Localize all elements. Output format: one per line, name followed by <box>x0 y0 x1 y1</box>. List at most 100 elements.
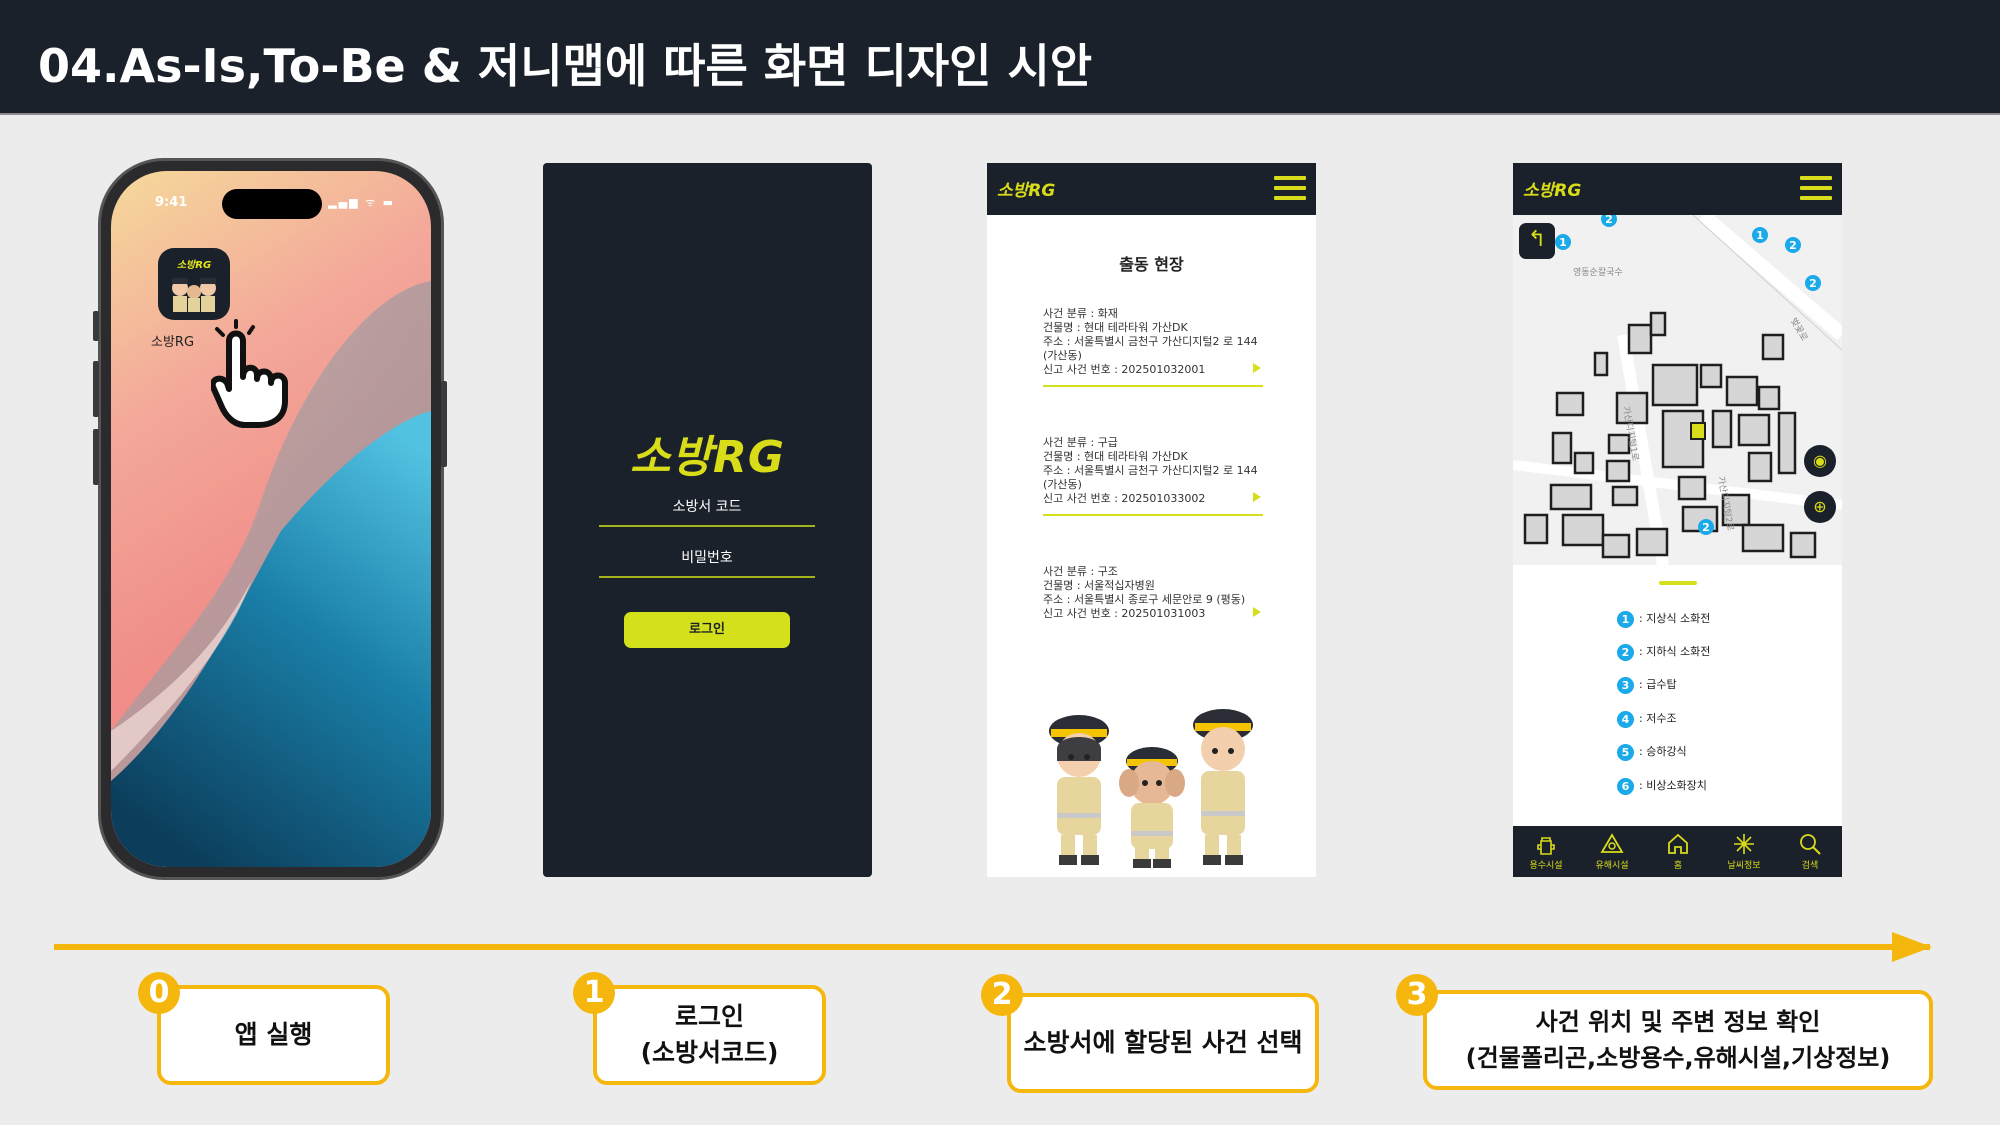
step-1-number: 1 <box>573 972 615 1014</box>
legend-badge: 3 <box>1617 676 1634 694</box>
mascot-icon <box>172 278 216 312</box>
step-2-number: 2 <box>981 974 1023 1016</box>
legend-item: 6 : 비상소화장치 <box>1617 777 1707 795</box>
svg-text:2: 2 <box>1605 215 1613 226</box>
legend-badge: 5 <box>1617 743 1634 761</box>
step-label: 앱 실행 <box>235 1017 313 1053</box>
step-3-number: 3 <box>1396 974 1438 1016</box>
incident-address: 주소 : 서울특별시 금천구 가산디지털2 로 144 (가산동) <box>1043 464 1258 491</box>
app-icon-sobang-rg[interactable]: 소방RG <box>158 248 230 320</box>
map-label-restaurant: 영동순칼국수 <box>1573 268 1623 278</box>
step-0-box: 앱 실행 <box>157 985 390 1085</box>
incident-report-number: 신고 사건 번호 : 202501031003 <box>1043 607 1206 620</box>
step-label-line2: (건물폴리곤,소방용수,유해시설,기상정보) <box>1465 1044 1891 1072</box>
station-code-field[interactable]: 소방서 코드 <box>599 493 815 527</box>
legend-badge: 1 <box>1617 610 1634 628</box>
nav-weather[interactable]: 날씨정보 <box>1711 826 1777 877</box>
svg-text:2: 2 <box>1789 239 1797 252</box>
legend-item: 4 : 저수조 <box>1617 710 1677 728</box>
incident-category: 사건 분류 : 구조 <box>1043 565 1118 578</box>
legend-label: : 비상소화장치 <box>1639 779 1707 792</box>
power-button <box>441 381 447 467</box>
legend-badge: 4 <box>1617 710 1634 728</box>
step-label-line1: 소방서에 할당된 사건 선택 <box>1023 1028 1303 1057</box>
search-icon <box>1800 834 1821 855</box>
slide-title: 04.As-Is,To-Be & 저니맵에 따른 화면 디자인 시안 <box>38 39 1093 93</box>
mute-switch <box>93 311 99 341</box>
legend-item: 1 : 지상식 소화전 <box>1617 610 1710 628</box>
legend-label: : 급수탑 <box>1639 678 1677 691</box>
play-arrow-icon[interactable] <box>1253 363 1261 373</box>
iphone-mockup: 9:41 ▂▄▆ ᯤ ▬ 소방RG 소방RG <box>93 158 447 880</box>
incident-building: 건물명 : 현대 테라타워 가산DK <box>1043 321 1188 334</box>
legend-label: : 지하식 소화전 <box>1639 645 1711 658</box>
incident-category: 사건 분류 : 화재 <box>1043 307 1118 320</box>
incident-address: 주소 : 서울특별시 종로구 세문안로 9 (평동) <box>1043 593 1246 606</box>
timeline-arrowhead <box>1892 932 1932 962</box>
back-arrow-icon[interactable]: ↰ <box>1519 223 1555 259</box>
step-label-line1: 로그인 <box>674 1002 744 1031</box>
legend-item: 5 : 승하강식 <box>1617 743 1687 761</box>
nav-label: 날씨정보 <box>1727 861 1761 871</box>
journey-timeline <box>54 944 1930 950</box>
legend-label: : 지상식 소화전 <box>1639 612 1711 625</box>
app-bar: 소방RG <box>987 163 1316 215</box>
app-bar: 소방RG <box>1513 163 1842 215</box>
step-label: 사건 위치 및 주변 정보 확인 (건물폴리곤,소방용수,유해시설,기상정보) <box>1466 1004 1891 1076</box>
play-arrow-icon[interactable] <box>1253 607 1261 617</box>
map-canvas[interactable]: 2 1 1 2 2 2 <box>1513 215 1842 565</box>
firefighter-mascots-illustration <box>1049 709 1253 868</box>
incident-card[interactable]: 사건 분류 : 화재 건물명 : 현대 테라타워 가산DK 주소 : 서울특별시… <box>1043 307 1263 387</box>
nav-label: 유해시설 <box>1595 861 1629 871</box>
bottom-sheet-handle[interactable] <box>1659 581 1697 585</box>
incident-building: 건물명 : 현대 테라타워 가산DK <box>1043 450 1188 463</box>
password-field[interactable]: 비밀번호 <box>599 544 815 578</box>
nav-home[interactable]: 홈 <box>1645 826 1711 877</box>
slide-header: 04.As-Is,To-Be & 저니맵에 따른 화면 디자인 시안 <box>0 0 2000 113</box>
step-label-line1: 사건 위치 및 주변 정보 확인 <box>1535 1008 1821 1036</box>
incident-report-number: 신고 사건 번호 : 202501033002 <box>1043 492 1206 505</box>
incident-card[interactable]: 사건 분류 : 구급 건물명 : 현대 테라타워 가산DK 주소 : 서울특별시… <box>1043 436 1263 516</box>
nav-label: 검색 <box>1801 861 1819 871</box>
status-time: 9:41 <box>155 195 188 210</box>
step-1-box: 로그인 (소방서코드) <box>593 985 826 1085</box>
login-button[interactable]: 로그인 <box>624 612 790 648</box>
location-pin-icon[interactable]: ◉ <box>1804 445 1836 477</box>
nav-label: 홈 <box>1673 861 1683 871</box>
incident-list-title: 출동 현장 <box>1119 255 1184 274</box>
nav-water-facilities[interactable]: 용수시설 <box>1513 826 1579 877</box>
legend-item: 2 : 지하식 소화전 <box>1617 643 1710 661</box>
legend-badge: 6 <box>1617 777 1634 795</box>
legend-label: : 저수조 <box>1639 712 1677 725</box>
svg-text:2: 2 <box>1809 277 1817 290</box>
login-screen: 소방RG 소방서 코드 비밀번호 로그인 <box>543 163 872 877</box>
play-arrow-icon[interactable] <box>1253 492 1261 502</box>
incident-card[interactable]: 사건 분류 : 구조 건물명 : 서울적십자병원 주소 : 서울특별시 종로구 … <box>1043 565 1263 629</box>
app-bar-logo: 소방RG <box>1523 181 1582 201</box>
nav-search[interactable]: 검색 <box>1777 826 1842 877</box>
svg-text:1: 1 <box>1559 236 1567 249</box>
home-icon <box>1668 833 1688 854</box>
hamburger-menu-icon[interactable] <box>1274 176 1306 200</box>
weather-icon <box>1734 834 1754 854</box>
map-view[interactable]: 2 1 1 2 2 2 영동순칼국수 가산디지털1로 가산디지털2로 벚꽃로 ↰… <box>1513 215 1842 565</box>
tap-hand-icon <box>211 319 288 428</box>
incident-list-screen: 소방RG 출동 현장 사건 분류 : 화재 건물명 : 현대 테라타워 가산DK… <box>987 163 1316 877</box>
volume-up-button <box>93 361 99 417</box>
nav-hazard-facilities[interactable]: 유해시설 <box>1579 826 1645 877</box>
login-logo: 소방RG <box>630 432 785 483</box>
step-label-line2: (소방서코드) <box>640 1038 779 1067</box>
incident-building: 건물명 : 서울적십자병원 <box>1043 579 1155 592</box>
app-bar-logo: 소방RG <box>997 181 1056 201</box>
hamburger-menu-icon[interactable] <box>1800 176 1832 200</box>
my-location-icon[interactable]: ⊕ <box>1804 491 1836 523</box>
incident-report-number: 신고 사건 번호 : 202501032001 <box>1043 363 1206 376</box>
step-label: 소방서에 할당된 사건 선택 <box>1023 1025 1302 1061</box>
legend-badge: 2 <box>1617 643 1634 661</box>
legend-label: : 승하강식 <box>1639 745 1687 758</box>
home-screen: 9:41 ▂▄▆ ᯤ ▬ 소방RG 소방RG <box>111 171 431 867</box>
hydrant-icon <box>1537 837 1555 855</box>
status-icons: ▂▄▆ ᯤ ▬ <box>328 196 395 209</box>
step-2-box: 소방서에 할당된 사건 선택 <box>1007 993 1319 1093</box>
legend-item: 3 : 급수탑 <box>1617 676 1677 694</box>
